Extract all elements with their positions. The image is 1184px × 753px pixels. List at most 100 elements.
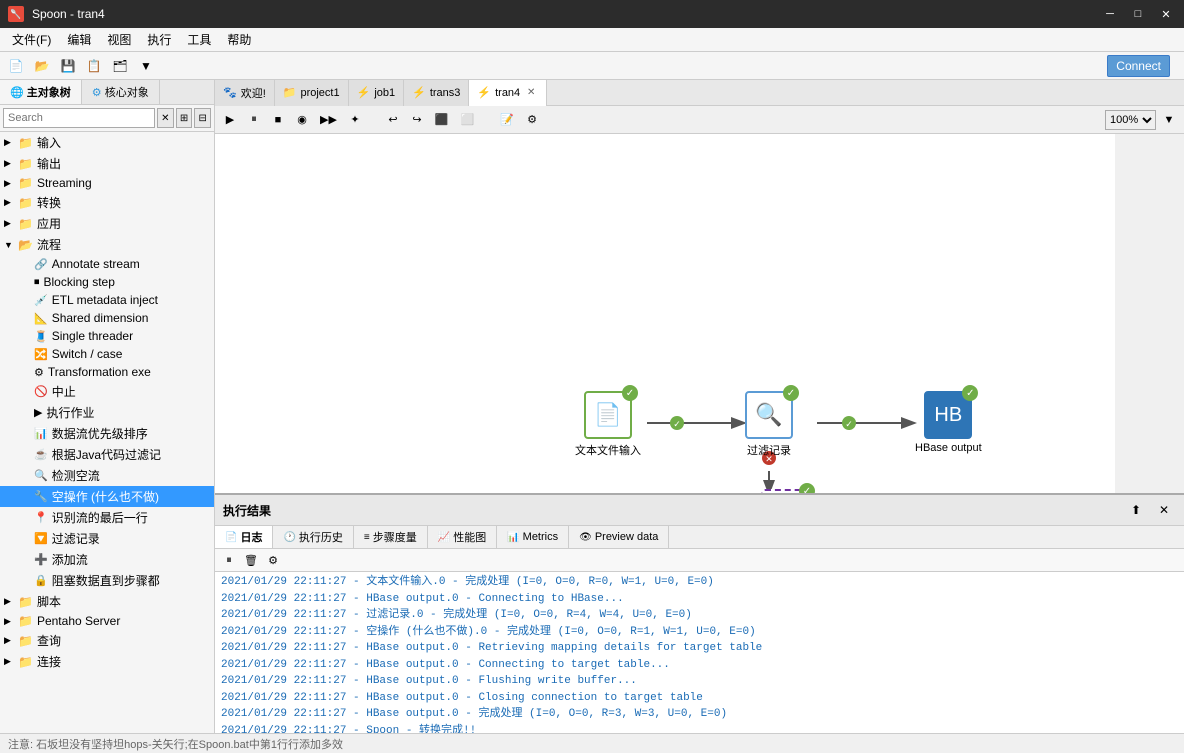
tab-trans3[interactable]: ⚡ trans3 <box>404 80 469 106</box>
connect-button[interactable]: Connect <box>1107 55 1170 77</box>
menu-help[interactable]: 帮助 <box>219 29 259 50</box>
tab-tran4[interactable]: ⚡ tran4 ✕ <box>469 80 547 106</box>
tree-item[interactable]: ▶📁Streaming <box>0 174 214 192</box>
bottom-tab-history[interactable]: 🕐 执行历史 <box>273 526 353 548</box>
tree-item[interactable]: 📊数据流优先级排序 <box>0 423 214 444</box>
bottom-expand-button[interactable]: ⬆ <box>1124 499 1148 521</box>
tree-item[interactable]: 📐Shared dimension <box>0 309 214 327</box>
tree-item[interactable]: ▶📁连接 <box>0 651 214 672</box>
search-input[interactable] <box>3 108 155 128</box>
tree-item[interactable]: ▶📁输出 <box>0 153 214 174</box>
tree-item[interactable]: ⚙Transformation exe <box>0 363 214 381</box>
log-settings-button[interactable]: ⚙ <box>263 551 283 569</box>
node-box-text-input[interactable]: ✓ 📄 <box>584 391 632 439</box>
log-pause-button[interactable]: ⏸ <box>219 551 239 569</box>
bottom-tab-log[interactable]: 📄 日志 <box>215 526 273 548</box>
expand-all-button[interactable]: ⊞ <box>176 108 193 128</box>
align-button[interactable]: ⬛ <box>430 109 454 131</box>
open-button[interactable]: 📂 <box>30 55 54 77</box>
bottom-panel-title: 执行结果 <box>223 502 271 519</box>
tree-item[interactable]: 🔧空操作 (什么也不做) <box>0 486 214 507</box>
tree-item[interactable]: ▶📁查询 <box>0 630 214 651</box>
menu-edit[interactable]: 编辑 <box>59 29 99 50</box>
tab-close-icon[interactable]: ✕ <box>524 86 538 100</box>
node-empty-op[interactable]: ✓ 🔧 空操作 (什么也不做) <box>745 489 825 493</box>
log-line: 2021/01/29 22:11:27 - HBase output.0 - C… <box>221 690 1178 707</box>
search-clear-button[interactable]: ✕ <box>157 108 174 128</box>
tab-welcome[interactable]: 🐾 欢迎! <box>215 80 275 106</box>
maximize-button[interactable]: □ <box>1128 4 1148 24</box>
settings-button[interactable]: ⚙ <box>521 109 543 131</box>
log-line: 2021/01/29 22:11:27 - 过滤记录.0 - 完成处理 (I=0… <box>221 607 1178 624</box>
tree-item[interactable]: ▶📁输入 <box>0 132 214 153</box>
bottom-tab-perf[interactable]: 📈 性能图 <box>428 526 497 548</box>
replay-button[interactable]: ✦ <box>344 109 366 131</box>
node-box-filter[interactable]: ✓ 🔍 <box>745 391 793 439</box>
saveas-button[interactable]: 📋 <box>82 55 106 77</box>
tab-main-objects[interactable]: 🌐 主对象树 <box>0 80 82 104</box>
tree-item[interactable]: 🔽过滤记录 <box>0 528 214 549</box>
bottom-tab-steps[interactable]: ≡ 步骤度量 <box>354 526 428 548</box>
tree-item[interactable]: ▶📁转换 <box>0 192 214 213</box>
canvas-area[interactable]: ✓ ✓ ✕ ✓ <box>215 134 1184 493</box>
tree-item[interactable]: 🔀Switch / case <box>0 345 214 363</box>
expand-arrow: ▼ <box>4 240 16 250</box>
tree-item[interactable]: ⏹Blocking step <box>0 273 214 291</box>
debug-button[interactable]: ▶▶ <box>315 109 342 131</box>
preview-button[interactable]: ◉ <box>291 109 313 131</box>
tree-item[interactable]: 💉ETL metadata inject <box>0 291 214 309</box>
node-box-hbase[interactable]: ✓ HB <box>924 391 972 439</box>
toolbar-btn5[interactable]: 🗂 <box>108 55 132 77</box>
menu-view[interactable]: 视图 <box>99 29 139 50</box>
tree-item[interactable]: 🔒阻塞数据直到步骤都 <box>0 570 214 591</box>
log-line: 2021/01/29 22:11:27 - HBase output.0 - C… <box>221 657 1178 674</box>
menu-run[interactable]: 执行 <box>139 29 179 50</box>
node-text-input[interactable]: ✓ 📄 文本文件输入 <box>575 391 641 458</box>
node-hbase[interactable]: ✓ HB HBase output <box>915 391 982 454</box>
tree-item[interactable]: ☕根据Java代码过滤记 <box>0 444 214 465</box>
menu-file[interactable]: 文件(F) <box>4 29 59 50</box>
node-filter[interactable]: ✓ 🔍 过滤记录 <box>745 391 793 458</box>
tree-item[interactable]: ▶执行作业 <box>0 402 214 423</box>
zoom-select[interactable]: 100% 75% 150% <box>1105 110 1156 130</box>
bottom-tab-metrics[interactable]: 📊 Metrics <box>497 526 569 548</box>
tree-item[interactable]: 🚫中止 <box>0 381 214 402</box>
dropdown-button[interactable]: ▼ <box>134 55 158 77</box>
layout-button[interactable]: ⬜ <box>456 109 480 131</box>
bottom-tab-preview[interactable]: 👁 Preview data <box>569 526 669 548</box>
tree-item[interactable]: ▼📂流程 <box>0 234 214 255</box>
new-button[interactable]: 📄 <box>4 55 28 77</box>
redo-button[interactable]: ↪ <box>406 109 428 131</box>
tree-item[interactable]: ➕添加流 <box>0 549 214 570</box>
tree-item[interactable]: 🔍检测空流 <box>0 465 214 486</box>
zoom-dropdown[interactable]: ▼ <box>1158 109 1180 131</box>
minimize-button[interactable]: ─ <box>1100 4 1120 24</box>
node-box-empty[interactable]: ✓ 🔧 <box>761 489 809 493</box>
tree-item[interactable]: ▶📁Pentaho Server <box>0 612 214 630</box>
collapse-all-button[interactable]: ⊟ <box>194 108 211 128</box>
collapse-arrow: ▶ <box>4 596 16 607</box>
run-button[interactable]: ▶ <box>219 109 241 131</box>
tab-core-objects[interactable]: ⚙ 核心对象 <box>82 80 160 104</box>
undo-button[interactable]: ↩ <box>382 109 404 131</box>
stop-button[interactable]: ■ <box>267 109 289 131</box>
tree-item[interactable]: 🧵Single threader <box>0 327 214 345</box>
bottom-close-button[interactable]: ✕ <box>1152 499 1176 521</box>
log-clear-button[interactable]: 🗑 <box>241 551 261 569</box>
close-button[interactable]: ✕ <box>1156 4 1176 24</box>
node-check-icon-empty: ✓ <box>799 483 815 493</box>
tab-job1[interactable]: ⚡ job1 <box>349 80 405 106</box>
tab-project1[interactable]: 📁 project1 <box>275 80 349 106</box>
pause-button[interactable]: ⏸ <box>243 109 265 131</box>
log-area[interactable]: 2021/01/29 22:11:27 - 文本文件输入.0 - 完成处理 (I… <box>215 572 1184 733</box>
tree-item-label: 流程 <box>37 236 61 253</box>
tree-item-label: 输出 <box>37 155 61 172</box>
notes-button[interactable]: 📝 <box>495 109 519 131</box>
tree-item[interactable]: ▶📁应用 <box>0 213 214 234</box>
tree-item[interactable]: 🔗Annotate stream <box>0 255 214 273</box>
tree-item[interactable]: ▶📁脚本 <box>0 591 214 612</box>
menu-tools[interactable]: 工具 <box>179 29 219 50</box>
save-button[interactable]: 💾 <box>56 55 80 77</box>
content-area: 🌐 主对象树 ⚙ 核心对象 ✕ ⊞ ⊟ ▶📁输入▶📁输出▶📁Streaming▶… <box>0 80 1184 733</box>
tree-item[interactable]: 📍识别流的最后一行 <box>0 507 214 528</box>
